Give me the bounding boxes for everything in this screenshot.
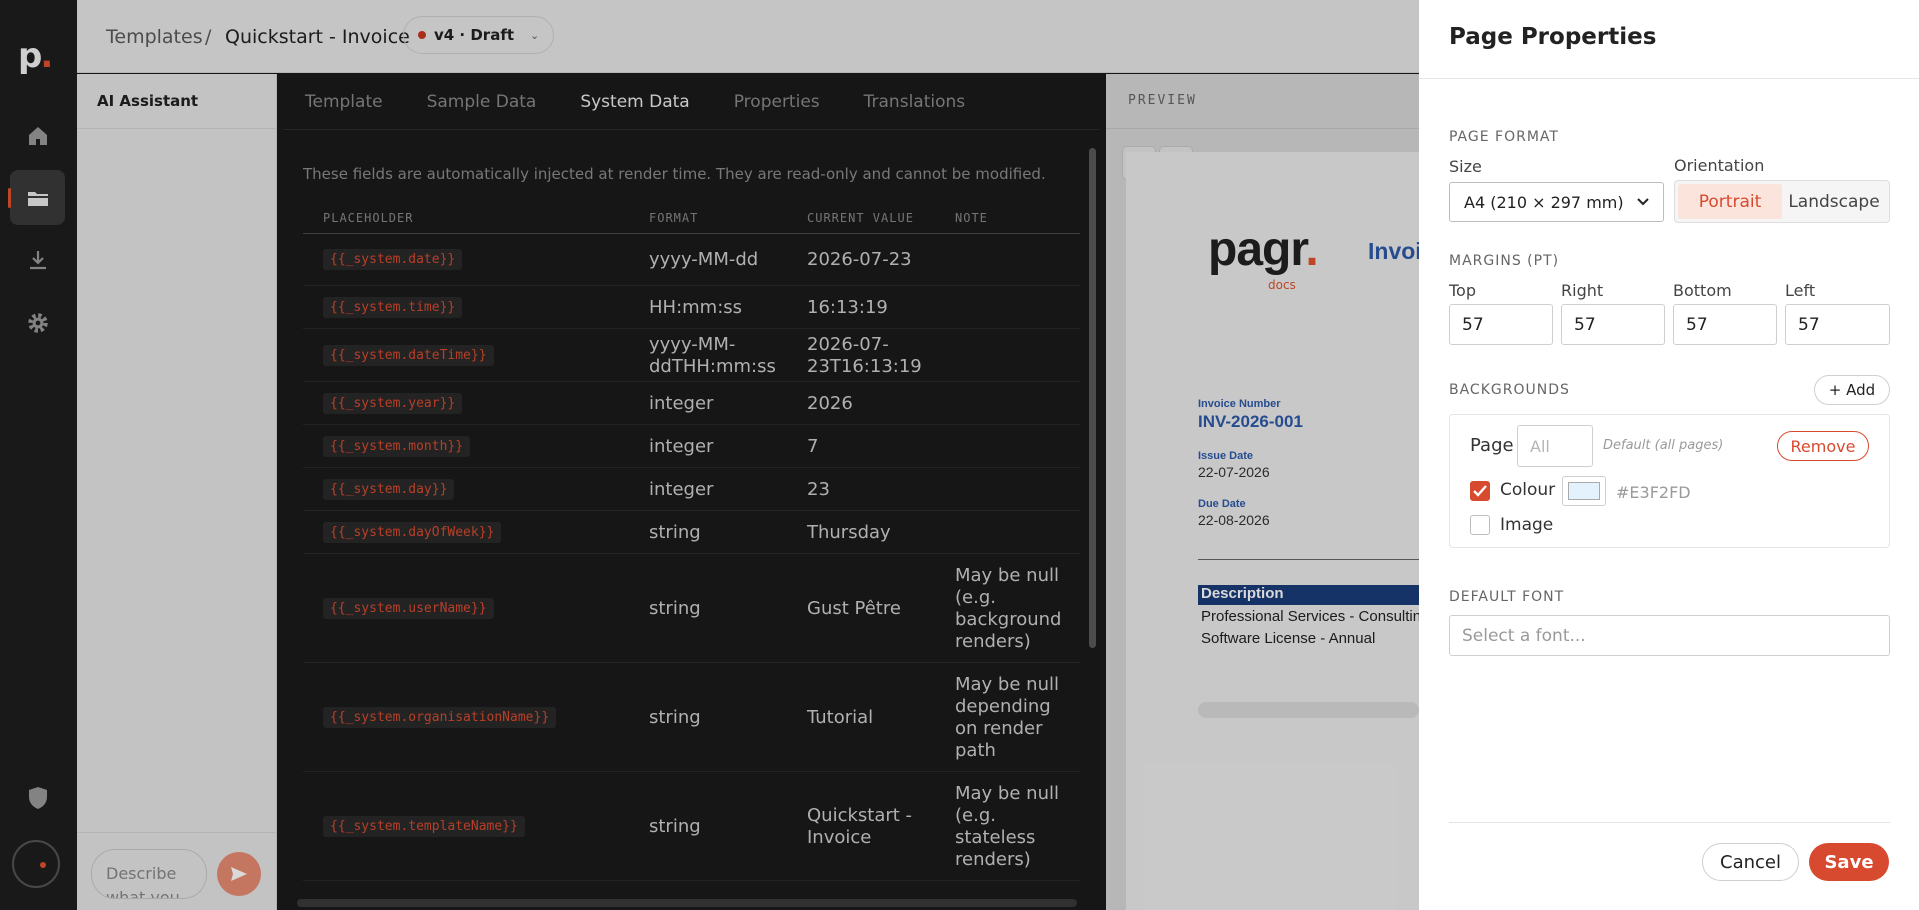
page-format-heading: PAGE FORMAT — [1449, 129, 1559, 145]
cancel-button[interactable]: Cancel — [1702, 843, 1799, 881]
margin-top-input[interactable]: 57 — [1449, 304, 1553, 345]
page-range-input[interactable]: All — [1517, 425, 1593, 467]
colour-swatch-fill — [1568, 482, 1600, 500]
background-card: Page All Default (all pages) Remove Colo… — [1449, 414, 1890, 548]
margin-right-input[interactable]: 57 — [1561, 304, 1665, 345]
modal-backdrop[interactable] — [0, 0, 1419, 910]
margin-left-label: Left — [1785, 281, 1816, 300]
colour-swatch[interactable] — [1562, 476, 1606, 506]
size-label: Size — [1449, 157, 1482, 176]
colour-hex: #E3F2FD — [1616, 483, 1691, 502]
image-label: Image — [1500, 515, 1554, 535]
margin-left-input[interactable]: 57 — [1785, 304, 1890, 345]
add-background-button[interactable]: + Add — [1814, 375, 1890, 405]
page-label: Page — [1470, 435, 1514, 456]
default-font-heading: DEFAULT FONT — [1449, 589, 1565, 605]
divider — [1449, 822, 1890, 823]
remove-background-button[interactable]: Remove — [1777, 431, 1869, 461]
margin-right-label: Right — [1561, 281, 1604, 300]
orientation-portrait[interactable]: Portrait — [1678, 184, 1782, 219]
colour-label: Colour — [1500, 480, 1556, 500]
colour-checkbox[interactable] — [1470, 481, 1490, 501]
margin-top-label: Top — [1449, 281, 1476, 300]
margin-bottom-label: Bottom — [1673, 281, 1732, 300]
check-icon — [1473, 485, 1487, 497]
chevron-down-icon — [1637, 198, 1649, 206]
sheet-title: Page Properties — [1449, 24, 1657, 50]
backgrounds-heading: BACKGROUNDS — [1449, 382, 1570, 398]
default-font-select[interactable]: Select a font... — [1449, 615, 1890, 656]
margin-bottom-input[interactable]: 57 — [1673, 304, 1777, 345]
page-size-value: A4 (210 × 297 mm) — [1464, 192, 1624, 212]
orientation-label: Orientation — [1674, 156, 1765, 175]
default-pages-hint: Default (all pages) — [1603, 438, 1724, 453]
page-size-select[interactable]: A4 (210 × 297 mm) — [1449, 182, 1664, 222]
save-button[interactable]: Save — [1809, 843, 1889, 881]
orientation-landscape[interactable]: Landscape — [1782, 184, 1886, 219]
orientation-toggle: Portrait Landscape — [1674, 180, 1890, 223]
divider — [1419, 78, 1919, 79]
image-checkbox[interactable] — [1470, 515, 1490, 535]
margins-heading: MARGINS (PT) — [1449, 253, 1560, 269]
page-properties-sheet: Page Properties PAGE FORMAT Size Orienta… — [1419, 0, 1919, 910]
